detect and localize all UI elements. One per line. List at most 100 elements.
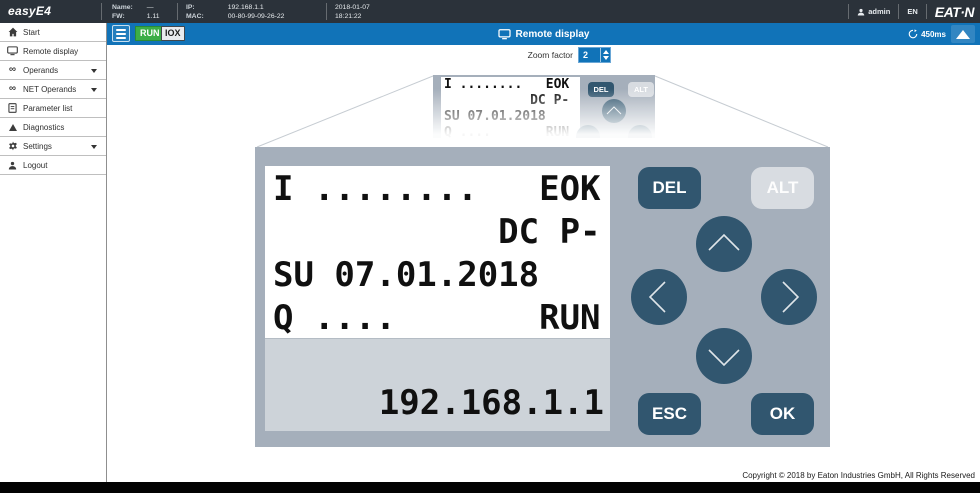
zoom-factor-label: Zoom factor xyxy=(527,50,573,60)
preview-lcd-line: DC P- xyxy=(444,93,570,108)
esc-key-button[interactable]: ESC xyxy=(638,393,701,435)
copyright-text: Copyright © 2018 by Eaton Industries Gmb… xyxy=(742,471,975,480)
sidebar-item-label: Settings xyxy=(23,141,52,151)
datetime-info: 2018-01-07 18:21:22 xyxy=(335,3,370,21)
chevron-left-icon xyxy=(648,281,666,313)
home-icon xyxy=(6,27,19,37)
ok-key-button[interactable]: OK xyxy=(751,393,814,435)
menu-toggle-button[interactable] xyxy=(112,25,130,42)
logout-user-icon xyxy=(6,161,19,170)
sidebar-item-operands[interactable]: ∞ Operands xyxy=(0,61,106,80)
mac-value: 00-80-99-09-26-22 xyxy=(227,13,285,20)
sidebar-item-label: Diagnostics xyxy=(23,122,65,132)
preview-up-key xyxy=(602,99,626,123)
sidebar-item-diagnostics[interactable]: Diagnostics xyxy=(0,118,106,137)
lcd-line-date: SU 07.01.2018 xyxy=(273,255,540,295)
spinner-up-icon[interactable] xyxy=(602,50,609,54)
eaton-logo: EAT·N xyxy=(934,3,975,20)
sidebar-item-remote-display[interactable]: Remote display xyxy=(0,42,106,61)
chevron-down-icon xyxy=(91,88,97,92)
del-key-button[interactable]: DEL xyxy=(638,167,701,209)
spinner-down-icon[interactable] xyxy=(602,56,609,60)
sidebar-item-settings[interactable]: Settings xyxy=(0,137,106,156)
divider xyxy=(898,4,900,19)
arrow-right-key-button[interactable] xyxy=(761,269,817,325)
preview-lcd-line: I ........ EOK xyxy=(444,77,570,92)
monitor-icon xyxy=(6,46,19,56)
sidebar-nav: Start Remote display ∞ Operands ∞ NET Op… xyxy=(0,23,107,482)
divider xyxy=(177,3,178,20)
fw-label: FW: xyxy=(112,13,125,20)
user-menu[interactable]: admin xyxy=(857,7,890,16)
sidebar-item-start[interactable]: Start xyxy=(0,23,106,42)
sidebar-item-logout[interactable]: Logout xyxy=(0,156,106,175)
arrow-left-key-button[interactable] xyxy=(631,269,687,325)
iox-status-badge: IOX xyxy=(161,26,185,41)
mac-label: MAC: xyxy=(186,13,204,20)
preview-lcd: I ........ EOK DC P- SU 07.01.2018 Q ...… xyxy=(441,77,580,138)
preview-right-key xyxy=(628,125,652,138)
sidebar-item-net-operands[interactable]: ∞ NET Operands xyxy=(0,80,106,99)
gear-icon xyxy=(6,141,19,151)
warning-triangle-icon xyxy=(6,123,19,131)
chevron-right-icon xyxy=(782,281,800,313)
zoom-factor-input[interactable]: 2 xyxy=(578,47,611,63)
refresh-interval-icon xyxy=(908,29,918,39)
ip-mac-info: IP: 192.168.1.1 MAC: 00-80-99-09-26-22 xyxy=(186,3,284,21)
lcd-line-inputs: I ........ EOK xyxy=(273,169,601,209)
triangle-up-icon xyxy=(956,29,970,39)
divider xyxy=(326,3,327,20)
sidebar-item-label: Operands xyxy=(23,65,59,75)
preview-alt-key: ALT xyxy=(628,82,654,97)
topbar: easyE4 Name: — FW: 1.11 IP: 192.168.1.1 … xyxy=(0,0,980,23)
display-preview-thumbnail: I ........ EOK DC P- SU 07.01.2018 Q ...… xyxy=(433,75,655,138)
chevron-down-icon xyxy=(708,349,740,367)
remote-display-panel: I ........ EOK DC P- SU 07.01.2018 Q ...… xyxy=(255,147,830,447)
zoom-factor-spinner xyxy=(600,48,610,62)
refresh-interval-value: 450ms xyxy=(921,29,946,39)
preview-lcd-line: Q .... RUN xyxy=(444,125,570,138)
user-icon xyxy=(858,8,865,15)
lcd-ip-address: 192.168.1.1 xyxy=(378,383,604,423)
net-operands-icon: ∞ xyxy=(8,83,17,94)
sidebar-item-parameter-list[interactable]: Parameter list xyxy=(0,99,106,118)
alt-key-button[interactable]: ALT xyxy=(751,167,814,209)
ip-value: 192.168.1.1 xyxy=(227,4,264,11)
chevron-up-icon xyxy=(708,233,740,251)
lcd-line-outputs: Q .... RUN xyxy=(273,298,601,338)
page-title: Remote display xyxy=(515,28,590,40)
chevron-down-icon xyxy=(91,69,97,73)
sidebar-item-label: Parameter list xyxy=(23,103,73,113)
date-value: 2018-01-07 xyxy=(335,4,370,11)
sidebar-item-label: Remote display xyxy=(23,46,79,56)
time-value: 18:21:22 xyxy=(335,13,362,20)
language-selector[interactable]: EN xyxy=(907,7,917,16)
preview-del-key: DEL xyxy=(588,82,614,97)
divider xyxy=(101,3,102,20)
ip-label: IP: xyxy=(186,4,195,11)
collapse-toolbar-button[interactable] xyxy=(951,25,975,43)
arrow-up-key-button[interactable] xyxy=(696,216,752,272)
footer-bar xyxy=(0,482,980,493)
device-lcd-screen: I ........ EOK DC P- SU 07.01.2018 Q ...… xyxy=(265,166,610,431)
divider xyxy=(925,4,927,19)
preview-left-key xyxy=(576,125,600,138)
document-icon xyxy=(6,103,19,113)
easyE4-web-app: easyE4 Name: — FW: 1.11 IP: 192.168.1.1 … xyxy=(0,0,980,493)
sidebar-item-label: NET Operands xyxy=(23,84,77,94)
lcd-status-area: 192.168.1.1 xyxy=(265,338,610,431)
monitor-icon xyxy=(497,28,511,39)
name-label: Name: xyxy=(112,4,133,11)
sidebar-item-label: Logout xyxy=(23,160,48,170)
arrow-down-key-button[interactable] xyxy=(696,328,752,384)
user-name: admin xyxy=(868,7,891,16)
sidebar-item-label: Start xyxy=(23,27,40,37)
easyE4-logo: easyE4 xyxy=(8,4,52,18)
divider xyxy=(848,4,850,19)
operands-icon: ∞ xyxy=(8,64,17,75)
device-name-fw-info: Name: — FW: 1.11 xyxy=(112,3,160,21)
zoom-factor-value: 2 xyxy=(583,50,589,60)
preview-lcd-line: SU 07.01.2018 xyxy=(444,109,546,124)
chevron-down-icon xyxy=(91,145,97,149)
toolbar: RUN IOX Remote display 450ms xyxy=(107,23,980,45)
